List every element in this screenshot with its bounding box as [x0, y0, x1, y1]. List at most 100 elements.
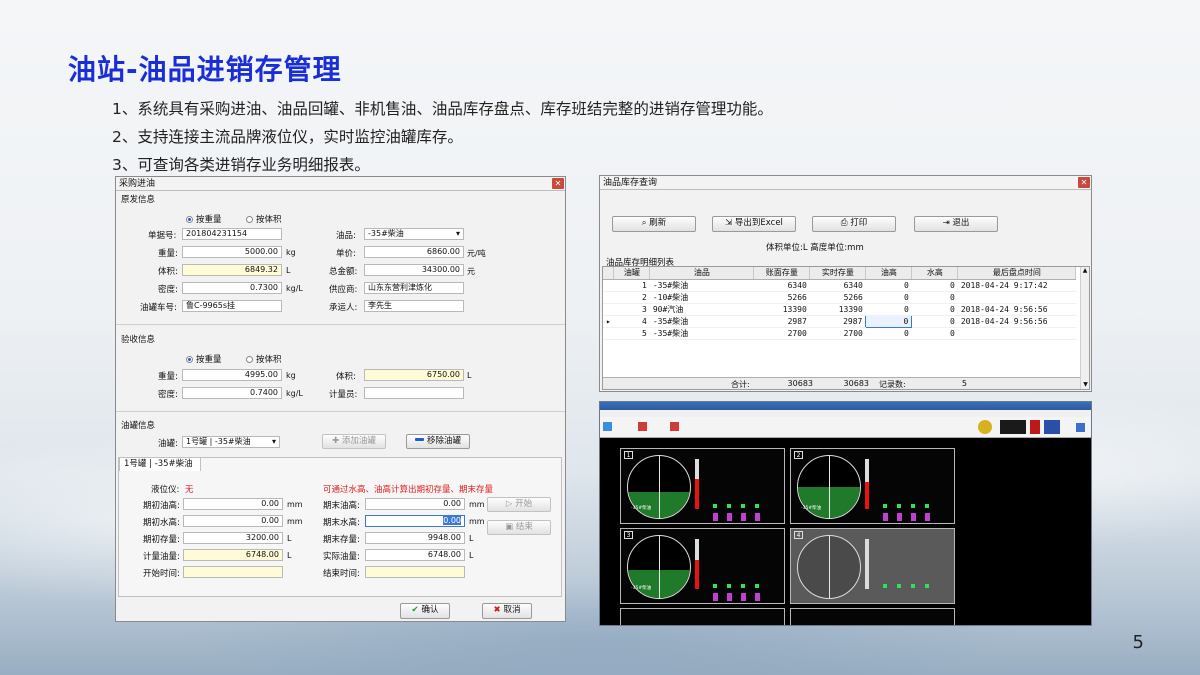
end-button[interactable]: ▣ 结束	[487, 520, 551, 535]
oil-label: 油品:	[336, 231, 356, 241]
tool-icon[interactable]	[638, 422, 647, 431]
status-indicator	[883, 504, 887, 508]
tank-card-6[interactable]	[790, 608, 955, 625]
col-last-check[interactable]: 最后盘点时间	[957, 267, 1077, 280]
check-weight-field[interactable]: 4995.00	[182, 369, 282, 381]
bullet-item: 2、支持连接主流品牌液位仪，实时监控油罐库存。	[112, 128, 463, 146]
tank-section-title: 油罐信息	[121, 421, 156, 431]
print-button[interactable]: ⎙ 打印	[812, 216, 896, 232]
check-density-label: 密度:	[158, 390, 178, 400]
end-water-field[interactable]: 0.00	[365, 515, 465, 527]
calc-oil-label: 计量油量:	[143, 552, 180, 562]
table-row[interactable]: 3 90#汽油 13390 13390 0 0 2018-04-24 9:56:56	[603, 303, 1076, 316]
col-oil[interactable]: 油品	[649, 267, 755, 280]
start-water-field[interactable]: 0.00	[183, 515, 283, 527]
tank-card-2[interactable]: 2 -35#柴油 ​​​​​​​	[790, 448, 955, 524]
col-oil-height[interactable]: 油高	[865, 267, 913, 280]
tool-icon[interactable]	[1076, 423, 1085, 432]
meter-person-field[interactable]	[364, 387, 464, 399]
truck-no-field[interactable]: 鲁C-9965s挂	[182, 300, 282, 312]
weight-field[interactable]: 5000.00	[182, 246, 282, 258]
total-amount-label: 总金额:	[329, 267, 358, 277]
density-label: 密度:	[158, 285, 178, 295]
radio-by-weight[interactable]: 按重量	[186, 213, 222, 225]
start-time-label: 开始时间:	[143, 569, 180, 579]
pump-icon	[883, 513, 888, 521]
oil-select[interactable]: -35#柴油 ▾	[364, 228, 464, 240]
total-amount-field[interactable]: 34300.00	[364, 264, 464, 276]
purchase-window-titlebar: 采购进油 ✕	[116, 177, 565, 191]
tank-number: 4	[794, 531, 803, 539]
unit-kg-per-l: kg/L	[286, 389, 303, 398]
check-section-title: 验收信息	[121, 335, 156, 345]
status-indicator	[883, 584, 887, 588]
start-time-field[interactable]	[183, 566, 283, 578]
stock-query-window: 油品库存查询 ✕ ⌕ 刷新 ⇲ 导出到Excel ⎙ 打印 ⇥ 退出 体积单位:…	[599, 175, 1092, 392]
vertical-scrollbar[interactable]: ▲ ▼	[1080, 267, 1089, 389]
tank-card-3[interactable]: 3 -35#柴油 ​​​​​​​	[620, 528, 785, 604]
row-header-col	[603, 267, 615, 280]
check-volume-field[interactable]: 6750.00	[364, 369, 464, 381]
table-row[interactable]: 1 -35#柴油 6340 6340 0 0 2018-04-24 9:17:42	[603, 279, 1076, 292]
tank-card-5[interactable]	[620, 608, 785, 625]
order-no-field[interactable]: 201804231154	[182, 228, 282, 240]
volume-field[interactable]: 6849.32	[182, 264, 282, 276]
pump-icon	[727, 513, 732, 521]
radio-by-volume[interactable]: 按体积	[246, 213, 282, 225]
count-value: 5	[961, 379, 967, 388]
tank-card-4[interactable]: 4 ​​​​​​​	[790, 528, 955, 604]
thermometer-icon	[865, 539, 869, 589]
monitor-toolbar	[600, 417, 1091, 438]
tool-icon[interactable]	[603, 422, 612, 431]
meter-person-label: 计量员:	[329, 390, 358, 400]
unit-price-field[interactable]: 6860.00	[364, 246, 464, 258]
density-field[interactable]: 0.7300	[182, 282, 282, 294]
unit-l: L	[286, 266, 291, 275]
end-oil-field[interactable]: 0.00	[365, 498, 465, 510]
export-excel-button[interactable]: ⇲ 导出到Excel	[712, 216, 796, 232]
col-real-stock[interactable]: 实时存量	[809, 267, 867, 280]
table-row[interactable]: 5 -35#柴油 2700 2700 0 0	[603, 327, 1076, 340]
close-icon[interactable]: ✕	[552, 178, 564, 189]
radio-check-by-weight[interactable]: 按重量	[186, 353, 222, 365]
confirm-button[interactable]: ✔ 确认	[400, 603, 450, 619]
radio-check-by-volume[interactable]: 按体积	[246, 353, 282, 365]
check-density-field[interactable]: 0.7400	[182, 387, 282, 399]
col-book-stock[interactable]: 账面存量	[753, 267, 811, 280]
status-indicator	[911, 584, 915, 588]
status-indicator	[713, 584, 717, 588]
actual-oil-field[interactable]: 6748.00	[365, 549, 465, 561]
table-row[interactable]: 2 -10#柴油 5266 5266 0 0	[603, 291, 1076, 304]
start-oil-field[interactable]: 0.00	[183, 498, 283, 510]
table-row[interactable]: ▸ 4 -35#柴油 2987 2987 0 0 2018-04-24 9:56:56	[603, 314, 1076, 328]
carrier-field[interactable]: 李先生	[364, 300, 464, 312]
tank-card-1[interactable]: 1 -35#柴油 ​​​​​​​	[620, 448, 785, 524]
col-tank[interactable]: 油罐	[613, 267, 651, 280]
start-oil-label: 期初油高:	[143, 501, 180, 511]
tank-select[interactable]: 1号罐 | -35#柴油 ▾	[182, 436, 280, 448]
chevron-down-icon: ▾	[271, 437, 276, 446]
refresh-button[interactable]: ⌕ 刷新	[612, 216, 696, 232]
col-water-height[interactable]: 水高	[911, 267, 959, 280]
close-icon[interactable]: ✕	[1078, 177, 1090, 188]
tab-tank-1[interactable]: 1号罐 | -35#柴油	[119, 457, 201, 471]
tank-monitor-window: 1 -35#柴油 ​​​​​​​ 2 -35#柴油 ​​​​​​​ 3	[599, 401, 1092, 626]
unit-l: L	[467, 371, 472, 380]
add-tank-button[interactable]: ✚ 添加油罐	[322, 434, 386, 449]
unit-mm: mm	[287, 517, 303, 526]
end-time-field[interactable]	[365, 566, 465, 578]
cancel-button[interactable]: ✖ 取消	[482, 603, 532, 619]
start-button[interactable]: ▷ 开始	[487, 497, 551, 512]
remove-tank-button[interactable]: 移除油罐	[406, 434, 470, 449]
monitor-titlebar	[600, 402, 1091, 410]
supplier-field[interactable]: 山东东营利津炼化	[364, 282, 464, 294]
tool-icon[interactable]	[670, 422, 679, 431]
status-indicator	[897, 584, 901, 588]
exit-button[interactable]: ⇥ 退出	[914, 216, 998, 232]
start-stock-field[interactable]: 3200.00	[183, 532, 283, 544]
end-stock-field[interactable]: 9948.00	[365, 532, 465, 544]
calc-oil-field[interactable]: 6748.00	[183, 549, 283, 561]
thermometer-icon	[695, 539, 699, 589]
order-no-label: 单据号:	[148, 231, 177, 241]
bullet-item: 1、系统具有采购进油、油品回罐、非机售油、油品库存盘点、库存班结完整的进销存管理…	[112, 100, 773, 118]
